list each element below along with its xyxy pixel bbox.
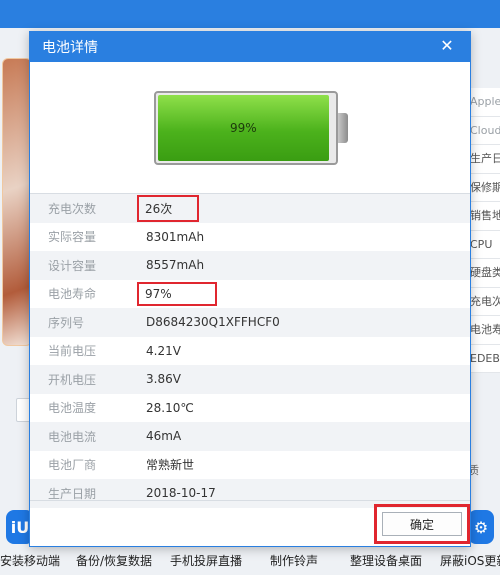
row-label: 电池寿命 (48, 287, 97, 302)
app-top-bar (0, 0, 500, 28)
row-value: 28.10℃ (146, 400, 194, 415)
row-value: 2018-10-17 (146, 486, 216, 501)
battery-details-dialog: 电池详情 ✕ 99% 充电次数 26次 实际容量 8301mAh 设计容量 85… (29, 31, 471, 547)
row-value: 4.21V (146, 343, 181, 358)
table-row: 电池电流 46mA (30, 422, 470, 451)
table-row: 设计容量 8557mAh (30, 251, 470, 280)
row-value: 3.86V (146, 372, 181, 387)
table-row: 电池温度 28.10℃ (30, 394, 470, 423)
charge-count-value: 26次 (136, 194, 200, 222)
row-label: 实际容量 (48, 230, 97, 245)
battery-info-table: 充电次数 26次 实际容量 8301mAh 设计容量 8557mAh 电池寿命 … (30, 193, 470, 508)
dialog-footer: 确定 (30, 500, 470, 546)
info-item: Apple (470, 88, 500, 117)
row-value: 8557mAh (146, 258, 205, 273)
table-row: 当前电压 4.21V (30, 337, 470, 366)
info-item: CPU (470, 230, 500, 259)
info-item: Cloud (470, 116, 500, 145)
battery-graphic: 99% (154, 91, 350, 165)
table-row: 开机电压 3.86V (30, 365, 470, 394)
row-label: 充电次数 (48, 201, 97, 216)
info-item: 电池寿 (470, 316, 500, 345)
row-value: D8684230Q1XFFHCF0 (146, 315, 280, 330)
battery-percent-label: 99% (230, 121, 257, 135)
close-icon[interactable]: ✕ (436, 35, 458, 57)
device-info-column: Apple Cloud 生产日 保修期 销售地 CPU 硬盘类 充电次 电池寿 … (470, 88, 500, 373)
row-value: 常熟新世 (146, 458, 195, 473)
toolbar-organize-desktop[interactable]: 整理设备桌面 (350, 552, 422, 569)
row-label: 电池温度 (48, 401, 97, 416)
info-item: 生产日 (470, 145, 500, 174)
table-row: 序列号 D8684230Q1XFFHCF0 (30, 308, 470, 337)
table-row: 电池厂商 常熟新世 (30, 451, 470, 480)
device-image (2, 58, 32, 346)
toolbar-block-ios-update[interactable]: 屏蔽iOS更新 (440, 552, 500, 569)
battery-body: 99% (154, 91, 338, 165)
info-item: 销售地 (470, 202, 500, 231)
gear-icon[interactable]: ⚙ (468, 510, 494, 544)
row-value: 8301mAh (146, 229, 205, 244)
row-label: 设计容量 (48, 258, 97, 273)
ok-button[interactable]: 确定 (382, 512, 462, 536)
toolbar-make-ringtone[interactable]: 制作铃声 (270, 552, 318, 569)
battery-fill: 99% (158, 95, 329, 161)
info-item: EDEBE (470, 344, 500, 373)
dialog-header: 电池详情 ✕ (30, 32, 470, 62)
toolbar-screen-mirror[interactable]: 手机投屏直播 (170, 552, 242, 569)
toolbar-backup-restore[interactable]: 备份/恢复数据 (76, 552, 152, 569)
row-label: 电池电流 (48, 429, 97, 444)
toolbar-install-mobile[interactable]: 安装移动端 (0, 552, 60, 569)
info-item: 保修期 (470, 173, 500, 202)
row-label: 开机电压 (48, 372, 97, 387)
info-item: 充电次 (470, 287, 500, 316)
row-label: 电池厂商 (48, 458, 97, 473)
battery-tip (338, 113, 348, 143)
info-item: 硬盘类 (470, 259, 500, 288)
table-row: 电池寿命 97% (30, 280, 470, 309)
row-label: 当前电压 (48, 344, 97, 359)
table-row: 实际容量 8301mAh (30, 223, 470, 252)
row-label: 序列号 (48, 315, 85, 330)
battery-life-value: 97% (137, 281, 217, 306)
table-row: 充电次数 26次 (30, 194, 470, 223)
row-value: 46mA (146, 429, 182, 444)
dialog-title: 电池详情 (42, 40, 98, 56)
